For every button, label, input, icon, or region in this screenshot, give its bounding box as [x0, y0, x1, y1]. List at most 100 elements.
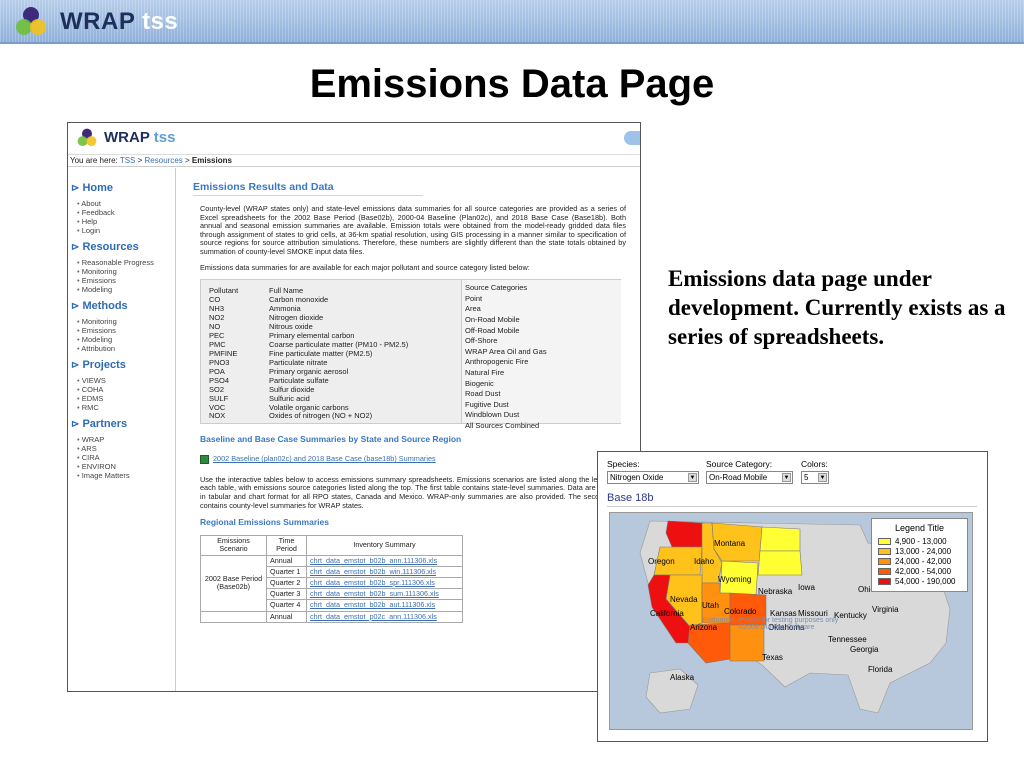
col-scenario: Emissions Scenario [200, 535, 267, 556]
file-link[interactable]: chrt_data_emstot_b02b_ann.111306.xls [306, 554, 463, 567]
scenario-cell [200, 610, 267, 623]
fullname-header: Full Name [269, 286, 304, 296]
state-label: Oregon [648, 557, 675, 566]
arrow-icon: ⊳ [71, 183, 80, 194]
excel-link[interactable]: 2002 Baseline (plan02c) and 2018 Base Ca… [213, 454, 436, 463]
sidebar-list: AboutFeedbackHelpLogin [77, 199, 175, 235]
excel-icon [200, 454, 209, 464]
breadcrumb-tss[interactable]: TSS [120, 156, 136, 165]
pollutant-code: NO2 [209, 313, 225, 323]
sidebar-item[interactable]: CIRA [77, 453, 175, 462]
sidebar-item[interactable]: EDMS [77, 394, 175, 403]
sidebar-list: Reasonable ProgressMonitoringEmissionsMo… [77, 258, 175, 294]
legend-swatch [878, 568, 891, 576]
slide-title: Emissions Data Page [309, 62, 715, 106]
arrow-icon: ⊳ [71, 419, 80, 430]
pollutant-name: Particulate sulfate [269, 376, 329, 386]
sidebar-item[interactable]: About [77, 199, 175, 208]
legend-swatch [878, 558, 891, 566]
table-row: Annual chrt_data_emstot_p02c_ann.111306.x… [200, 610, 463, 623]
sidebar-item[interactable]: Monitoring [77, 317, 175, 326]
wrap-logo-icon [16, 7, 46, 35]
regional-heading: Regional Emissions Summaries [200, 517, 329, 528]
legend-swatch [878, 538, 891, 546]
source-category: Road Dust [465, 389, 501, 399]
source-category: Anthropogenic Fire [465, 357, 529, 367]
sidebar-item[interactable]: COHA [77, 385, 175, 394]
state-label: Colorado [724, 607, 757, 616]
source-category: WRAP Area Oil and Gas [465, 346, 547, 356]
source-category: Fugitive Dust [465, 399, 509, 409]
sidebar-item[interactable]: Monitoring [77, 267, 175, 276]
file-link[interactable]: chrt_data_emstot_p02c_ann.111306.xls [306, 610, 463, 623]
top-banner: WRAP tss [0, 0, 1024, 44]
legend-item: 4,900 - 13,000 [872, 537, 967, 547]
species-select[interactable]: Nitrogen Oxide ▼ [607, 471, 699, 484]
legend-item: 13,000 - 24,000 [872, 547, 967, 557]
state-label: California [650, 609, 684, 618]
file-link[interactable]: chrt_data_emstot_b02b_aut.111306.xls [306, 599, 463, 612]
sidebar-item[interactable]: VIEWS [77, 376, 175, 385]
state-label: Montana [714, 539, 746, 548]
emissions-page-screenshot: WRAP tss You are here: TSS > Resources >… [67, 122, 641, 692]
species-control: Species: Nitrogen Oxide ▼ [607, 459, 699, 484]
arrow-icon: ⊳ [71, 301, 80, 312]
breadcrumb-resources[interactable]: Resources [145, 156, 183, 165]
state-label: Florida [868, 665, 893, 674]
main-content: Emissions Results and Data County-level … [186, 168, 636, 691]
file-link[interactable]: chrt_data_emstot_b02b_sum.111306.xls [306, 588, 463, 601]
pollutant-code: NOX [209, 411, 226, 421]
pollutant-name: Sulfuric acid [269, 394, 310, 404]
sidebar-item[interactable]: Modeling [77, 285, 175, 294]
sidebar-item[interactable]: RMC [77, 403, 175, 412]
sidebar-item[interactable]: ARS [77, 444, 175, 453]
source-select[interactable]: On-Road Mobile ▼ [706, 471, 793, 484]
period-cell: Annual [266, 554, 307, 567]
sidebar-item[interactable]: Image Matters [77, 471, 175, 480]
section-heading: Emissions Results and Data [193, 181, 423, 196]
map-title: Base 18b [607, 492, 654, 504]
sidebar-item[interactable]: Modeling [77, 335, 175, 344]
state-label: Iowa [798, 583, 815, 592]
sidebar-item[interactable]: Reasonable Progress [77, 258, 175, 267]
colors-label: Colors: [801, 459, 828, 469]
state-label: Utah [702, 601, 719, 610]
breadcrumb-current: Emissions [191, 156, 232, 165]
sidebar-section-partners[interactable]: ⊳ Partners [71, 418, 175, 430]
file-link[interactable]: chrt_data_emstot_b02b_spr.111306.xls [306, 576, 463, 590]
sidebar-list: MonitoringEmissionsModelingAttribution [77, 317, 175, 353]
source-category: On-Road Mobile [465, 314, 520, 324]
state-label: Idaho [694, 557, 715, 566]
sidebar-item[interactable]: Feedback [77, 208, 175, 217]
sidebar-section-resources[interactable]: ⊳ Resources [71, 241, 175, 253]
pollutant-name: Oxides of nitrogen (NO + NO2) [269, 411, 373, 421]
sidebar-item[interactable]: Login [77, 226, 175, 235]
state-label: Texas [762, 653, 783, 662]
sidebar-item[interactable]: ENVIRON [77, 462, 175, 471]
state-label: Tennessee [828, 635, 867, 644]
source-header: Source Categories [465, 283, 528, 293]
colors-select[interactable]: 5 ▼ [801, 471, 829, 484]
source-category: All Sources Combined [465, 420, 540, 430]
sidebar-item[interactable]: Attribution [77, 344, 175, 353]
sidebar-item[interactable]: WRAP [77, 435, 175, 444]
sidebar-section-methods[interactable]: ⊳ Methods [71, 300, 175, 312]
sidebar-item[interactable]: Help [77, 217, 175, 226]
legend-title: Legend Title [894, 523, 945, 533]
sidebar-item[interactable]: Emissions [77, 326, 175, 335]
chevron-down-icon: ▼ [782, 473, 791, 482]
pollutant-header: Pollutant [209, 286, 239, 296]
scenario-cell: 2002 Base Period (Base02b) [200, 554, 267, 612]
arrow-icon: ⊳ [71, 242, 80, 253]
sidebar-item[interactable]: Emissions [77, 276, 175, 285]
file-link[interactable]: chrt_data_emstot_b02b_win.111306.xls [306, 565, 463, 578]
slide-caption: Emissions data page under development. C… [668, 266, 1006, 349]
source-category: Biogenic [465, 378, 494, 388]
sidebar-section-projects[interactable]: ⊳ Projects [71, 359, 175, 371]
state-label: Georgia [850, 645, 879, 654]
pollutant-name: Primary organic aerosol [269, 367, 349, 377]
pollutant-code: PEC [209, 331, 225, 341]
site-brand[interactable]: WRAP tss [104, 129, 175, 146]
sidebar: ⊳ Home AboutFeedbackHelpLogin ⊳ Resources R… [68, 168, 176, 691]
sidebar-section-home[interactable]: ⊳ Home [71, 182, 175, 194]
